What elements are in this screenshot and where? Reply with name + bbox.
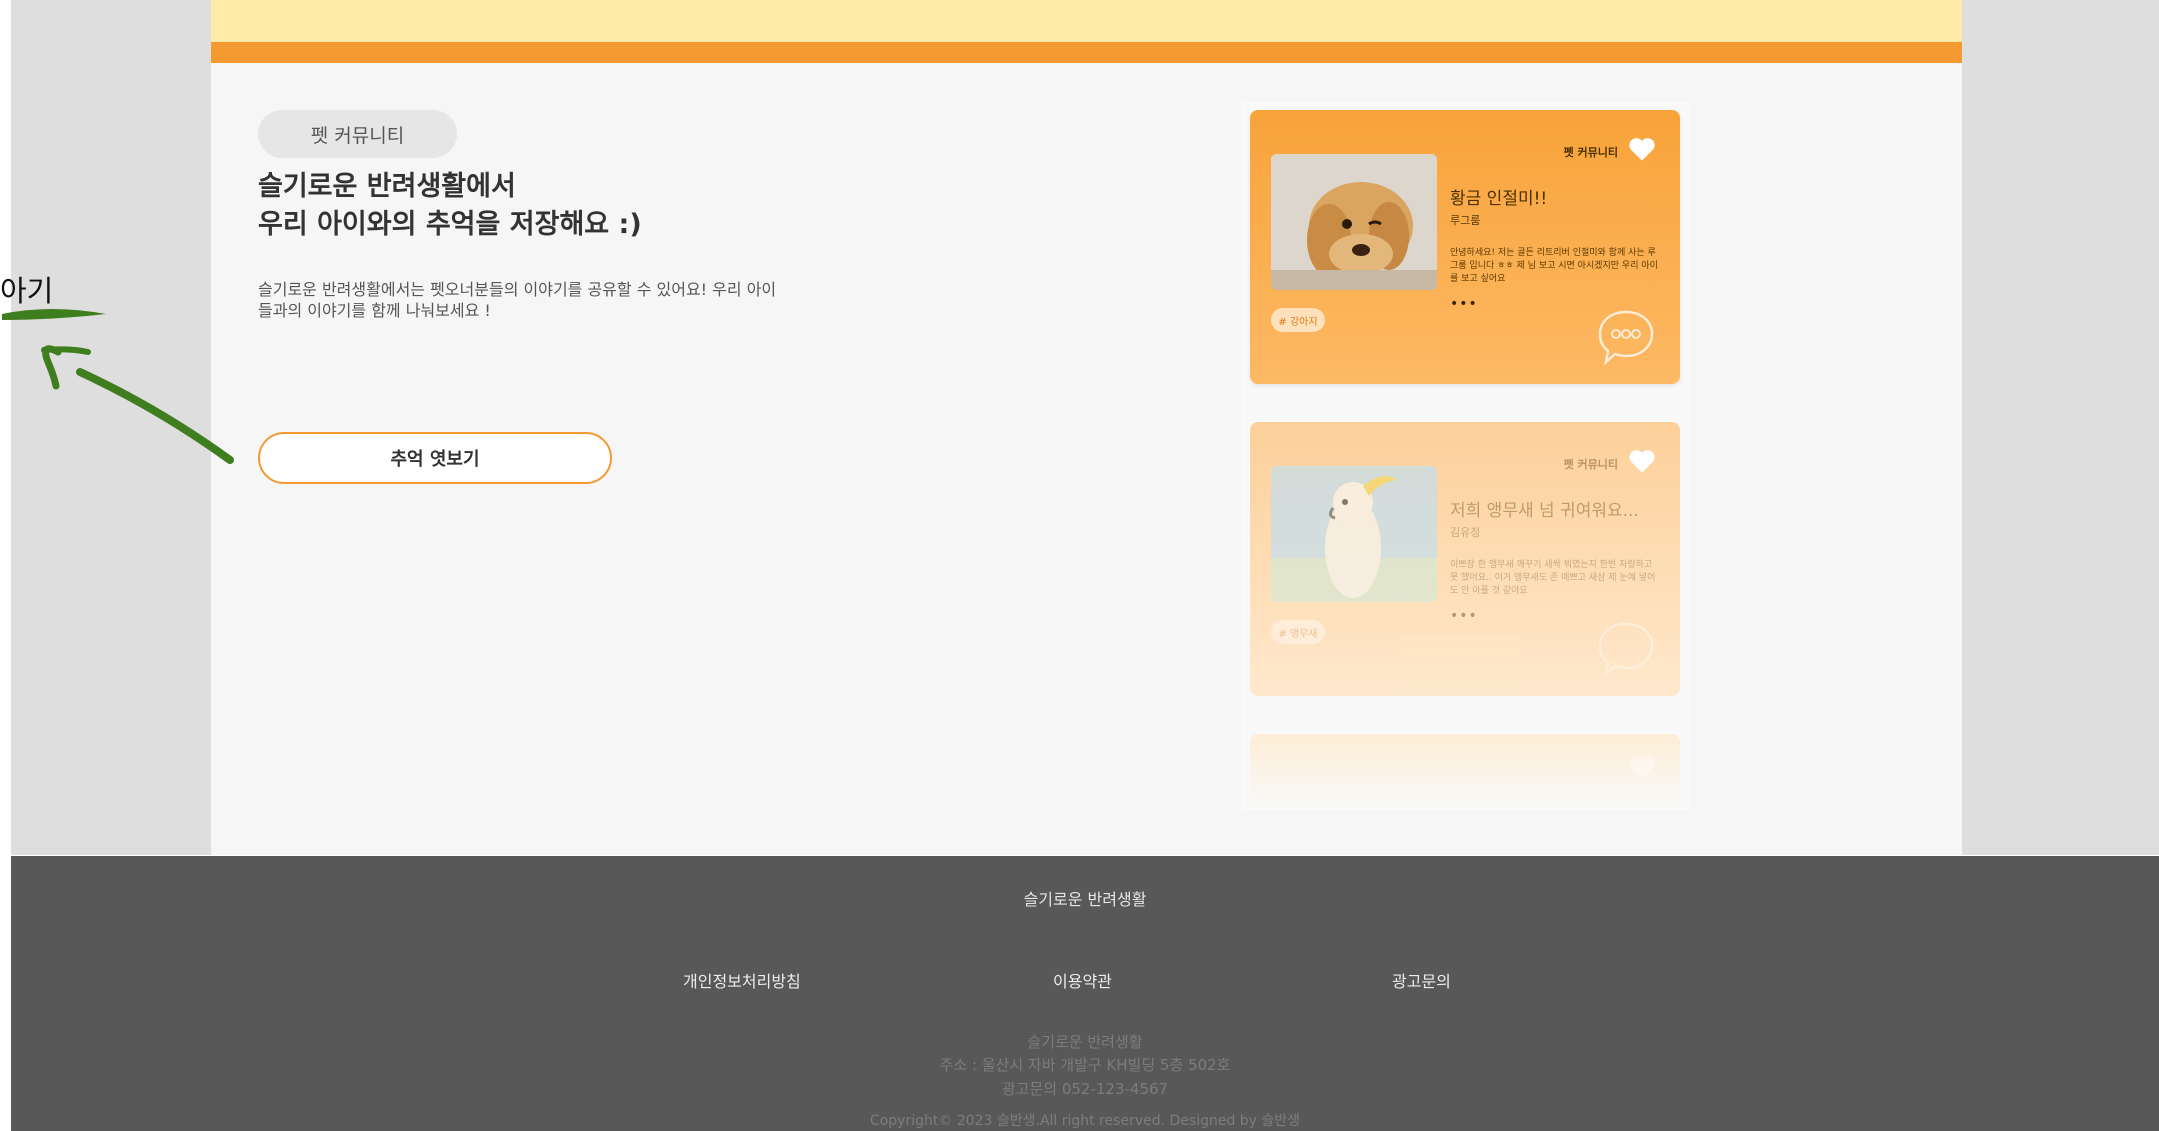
main-panel: 펫 커뮤니티 슬기로운 반려생활에서 우리 아이와의 추억을 저장해요 :) 슬… (211, 0, 1962, 855)
footer-contact: 광고문의 052-123-4567 (1001, 1080, 1169, 1098)
footer-brand: 슬기로운 반려생활 (1023, 890, 1147, 909)
memory-button[interactable]: 추억 엿보기 (258, 432, 612, 484)
footer-company: 슬기로운 반려생활 (1027, 1033, 1143, 1051)
hero-description: 슬기로운 반려생활에서는 펫오너분들의 이야기를 공유할 수 있어요! 우리 아… (258, 279, 858, 321)
header-band-orange (211, 42, 1962, 63)
footer: 슬기로운 반려생활 개인정보처리방침 이용약관 광고문의 슬기로운 반려생활 주… (11, 856, 2159, 1131)
card-category: 펫 커뮤니티 (1563, 458, 1618, 471)
ad-inquiry-link[interactable]: 광고문의 (1392, 968, 1451, 992)
card-author: 루그룸 (1450, 214, 1481, 227)
hero-headline: 슬기로운 반려생활에서 우리 아이와의 추억을 저장해요 :) (258, 168, 642, 244)
dog-photo (1271, 154, 1437, 290)
hero-headline-line1: 슬기로운 반려생활에서 (258, 171, 516, 202)
hero-headline-line2: 우리 아이와의 추억을 저장해요 :) (258, 209, 642, 240)
card-list[interactable]: 펫 커뮤니티 황금 인절미!! 루그룸 안녕하세요! 저는 골든 리트리버 인절… (1241, 102, 1691, 810)
card-title[interactable]: 저희 앵무새 넘 귀여워요... (1450, 496, 1639, 521)
heart-icon[interactable] (1628, 448, 1656, 474)
post-card-faded[interactable] (1250, 734, 1680, 810)
bird-photo (1271, 466, 1437, 602)
heart-icon[interactable] (1628, 136, 1656, 162)
post-card[interactable]: 펫 커뮤니티 저희 앵무새 넘 귀여워요... 김유정 이쁘장 한 앵무새 깨꾸… (1250, 422, 1680, 696)
category-pill[interactable]: 펫 커뮤니티 (258, 110, 457, 158)
hero-description-line1: 슬기로운 반려생활에서는 펫오너분들의 이야기를 공유할 수 있어요! 우리 아… (258, 280, 777, 299)
card-author: 김유정 (1450, 526, 1481, 539)
more-icon[interactable]: ••• (1450, 608, 1478, 624)
comment-bubble-icon[interactable] (1596, 620, 1656, 678)
card-body: 이쁘장 한 앵무새 깨꾸기 새싹 뭐였는지 한번 자랑하고 못 했어요.. 이거… (1450, 560, 1656, 596)
footer-copyright: Copyright© 2023 슬반생.All right reserved. … (869, 1113, 1301, 1129)
card-tag[interactable]: # 앵무새 (1271, 620, 1325, 644)
terms-link[interactable]: 이용약관 (1053, 968, 1112, 992)
card-tag[interactable]: # 강아지 (1271, 308, 1325, 332)
card-category: 펫 커뮤니티 (1563, 146, 1618, 159)
header-band-light (211, 0, 1962, 42)
arrow-annotation (2, 309, 234, 464)
post-card[interactable]: 펫 커뮤니티 황금 인절미!! 루그룸 안녕하세요! 저는 골든 리트리버 인절… (1250, 110, 1680, 384)
heart-icon (1629, 756, 1655, 779)
footer-address: 주소 : 울산시 자바 개발구 KH빌딩 5층 502호 (939, 1056, 1231, 1074)
privacy-policy-link[interactable]: 개인정보처리방침 (683, 968, 801, 992)
comment-bubble-icon[interactable] (1596, 308, 1656, 366)
more-icon[interactable]: ••• (1450, 296, 1478, 312)
hero-description-line2: 들과의 이야기를 함께 나눠보세요 ! (258, 301, 491, 320)
card-body: 안녕하세요! 저는 골든 리트리버 인절미와 함께 사는 루그룸 입니다 ㅎㅎ … (1450, 248, 1658, 284)
card-title[interactable]: 황금 인절미!! (1450, 184, 1547, 209)
